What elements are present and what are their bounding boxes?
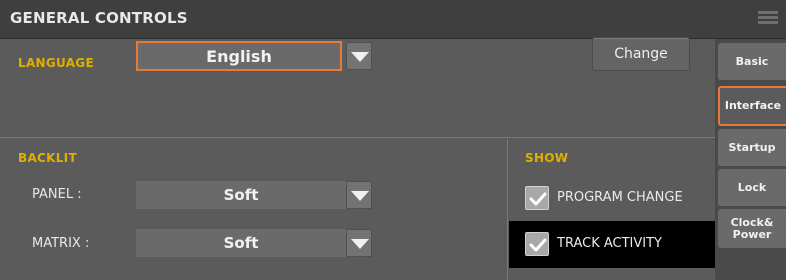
show-section-label: SHOW bbox=[525, 151, 569, 165]
chevron-down-icon bbox=[351, 191, 369, 201]
panel-dropdown-button[interactable] bbox=[346, 181, 372, 209]
matrix-dropdown-button[interactable] bbox=[346, 229, 372, 257]
chevron-down-icon bbox=[351, 52, 369, 62]
tab-interface[interactable]: Interface bbox=[718, 86, 786, 126]
track-activity-label: TRACK ACTIVITY bbox=[557, 236, 662, 251]
program-change-label: PROGRAM CHANGE bbox=[557, 190, 683, 205]
backlit-section-label: BACKLIT bbox=[18, 151, 77, 165]
menu-icon[interactable] bbox=[758, 11, 778, 28]
tab-startup[interactable]: Startup bbox=[718, 129, 786, 167]
language-section-label: LANGUAGE bbox=[18, 56, 94, 70]
checkmark-icon bbox=[529, 192, 547, 206]
track-activity-checkbox[interactable] bbox=[525, 232, 549, 256]
matrix-label: MATRIX : bbox=[32, 236, 90, 251]
panel-backlit-select[interactable]: Soft bbox=[136, 181, 346, 209]
track-activity-checkbox-row[interactable]: TRACK ACTIVITY bbox=[509, 221, 720, 268]
tab-clock-power[interactable]: Clock& Power bbox=[718, 209, 786, 249]
panel-label: PANEL : bbox=[32, 187, 82, 202]
page-title: GENERAL CONTROLS bbox=[10, 9, 188, 27]
change-language-button[interactable]: Change bbox=[592, 37, 690, 71]
language-select[interactable]: English bbox=[136, 41, 342, 71]
tab-clock-power-line2: Power bbox=[732, 228, 772, 241]
matrix-backlit-select[interactable]: Soft bbox=[136, 229, 346, 257]
checkmark-icon bbox=[529, 238, 547, 252]
chevron-down-icon bbox=[351, 239, 369, 249]
program-change-checkbox-row[interactable]: PROGRAM CHANGE bbox=[509, 175, 720, 221]
tab-lock[interactable]: Lock bbox=[718, 169, 786, 207]
program-change-checkbox[interactable] bbox=[525, 186, 549, 210]
language-dropdown-button[interactable] bbox=[346, 42, 372, 70]
tab-basic[interactable]: Basic bbox=[718, 43, 786, 81]
